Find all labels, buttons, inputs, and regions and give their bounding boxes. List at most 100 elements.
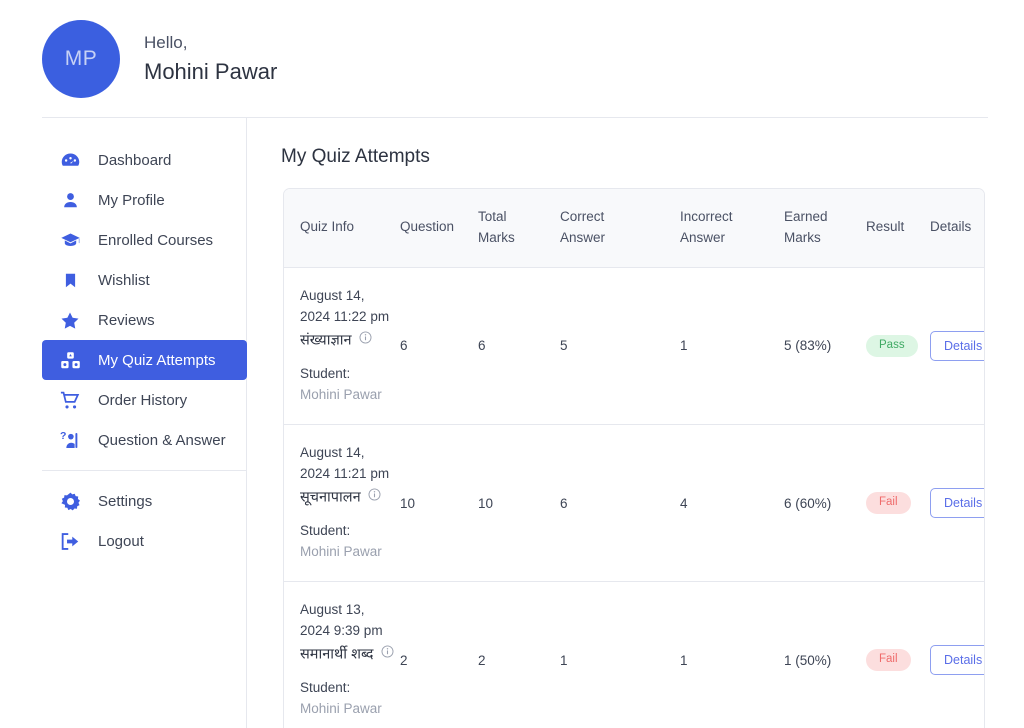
cell-incorrect-answer: 4 [680, 424, 784, 583]
quiz-date: August 14, 2024 11:22 pm [300, 287, 390, 324]
info-icon[interactable] [381, 644, 394, 666]
student-name: Mohini Pawar [300, 544, 382, 560]
table-row: August 14, 2024 11:22 pm संख्याज्ञान Stu… [284, 267, 984, 425]
page-title: My Quiz Attempts [281, 146, 430, 167]
quiz-date: August 14, 2024 11:21 pm [300, 444, 390, 481]
sidebar-item-label: Enrolled Courses [98, 231, 214, 249]
cell-details: Details [930, 582, 984, 728]
shopping-cart-icon [58, 389, 82, 411]
dashboard-icon [58, 149, 82, 171]
student-block: Student: Mohini Pawar [300, 521, 400, 563]
student-name: Mohini Pawar [300, 387, 382, 403]
sidebar-item-wishlist[interactable]: Wishlist [42, 260, 247, 300]
details-button[interactable]: Details [930, 488, 984, 519]
sidebar-item-label: Reviews [98, 311, 155, 329]
info-icon[interactable] [368, 487, 381, 509]
sidebar-item-enrolled-courses[interactable]: Enrolled Courses [42, 220, 247, 260]
cell-quiz-info: August 14, 2024 11:21 pm सूचनापालन Stude… [284, 424, 400, 583]
student-name: Mohini Pawar [300, 701, 382, 717]
quiz-name: संख्याज्ञान [300, 330, 400, 352]
cell-correct-answer: 6 [560, 424, 680, 583]
sidebar: Dashboard My Profile Enrolled Courses Wi… [0, 118, 247, 728]
gear-icon [58, 490, 82, 512]
avatar: MP [42, 19, 120, 98]
quiz-name: सूचनापालन [300, 487, 400, 509]
quiz-attempts-table-card: Quiz Info Question Total Marks Correct A… [283, 188, 985, 728]
table-row: August 13, 2024 9:39 pm समानार्थी शब्द S… [284, 582, 984, 728]
sidebar-item-settings[interactable]: Settings [42, 481, 247, 521]
column-header-quiz-info: Quiz Info [284, 189, 400, 268]
sidebar-item-logout[interactable]: Logout [42, 521, 247, 561]
cell-quiz-info: August 13, 2024 9:39 pm समानार्थी शब्द S… [284, 582, 400, 728]
quiz-blocks-icon [58, 349, 82, 371]
cell-details: Details [930, 424, 984, 583]
sidebar-item-label: Wishlist [98, 271, 150, 289]
cell-total-marks: 6 [478, 267, 560, 425]
user-icon [58, 189, 82, 211]
cell-incorrect-answer: 1 [680, 267, 784, 425]
column-header-question: Question [400, 189, 478, 268]
cell-question: 2 [400, 652, 408, 668]
cell-result: Fail [866, 424, 930, 583]
cell-question: 10 [400, 424, 478, 583]
sidebar-item-label: Logout [98, 532, 144, 550]
cell-quiz-info: August 14, 2024 11:22 pm संख्याज्ञान Stu… [284, 267, 400, 425]
page-header: MP Hello, Mohini Pawar [0, 0, 1024, 117]
column-header-incorrect-answer: Incorrect Answer [680, 189, 784, 268]
sidebar-item-label: My Profile [98, 191, 165, 209]
quiz-name: समानार्थी शब्द [300, 644, 400, 666]
cell-earned-marks: 5 (83%) [784, 267, 866, 425]
sidebar-item-label: Settings [98, 492, 153, 510]
sidebar-item-reviews[interactable]: Reviews [42, 300, 247, 340]
cell-total-marks: 10 [478, 424, 560, 583]
sidebar-item-order-history[interactable]: Order History [42, 380, 247, 420]
sidebar-item-label: Order History [98, 391, 188, 409]
cell-result: Fail [866, 582, 930, 728]
info-icon[interactable] [359, 330, 372, 352]
graduation-cap-icon [58, 229, 82, 251]
sidebar-item-my-profile[interactable]: My Profile [42, 180, 247, 220]
quiz-attempts-table: Quiz Info Question Total Marks Correct A… [284, 189, 984, 728]
sidebar-item-label: My Quiz Attempts [98, 351, 216, 369]
question-answer-icon: ? [58, 429, 82, 451]
cell-correct-answer: 5 [560, 267, 680, 425]
details-button[interactable]: Details [930, 330, 984, 361]
quiz-date: August 13, 2024 9:39 pm [300, 602, 383, 639]
cell-total-marks: 2 [478, 652, 486, 668]
sidebar-item-dashboard[interactable]: Dashboard [42, 140, 247, 180]
logout-icon [58, 530, 82, 552]
table-head: Quiz Info Question Total Marks Correct A… [284, 189, 984, 268]
cell-correct-answer: 1 [560, 652, 568, 668]
sidebar-item-label: Dashboard [98, 151, 172, 169]
svg-text:?: ? [60, 430, 66, 442]
student-block: Student: Mohini Pawar [300, 364, 400, 406]
star-icon [58, 309, 82, 331]
column-header-total-marks: Total Marks [478, 189, 560, 268]
cell-incorrect-answer: 1 [680, 652, 688, 668]
table-body: August 14, 2024 11:22 pm संख्याज्ञान Stu… [284, 267, 984, 728]
column-header-correct-answer: Correct Answer [560, 189, 680, 268]
avatar-initials: MP [64, 46, 98, 70]
sidebar-item-my-quiz-attempts[interactable]: My Quiz Attempts [42, 340, 247, 380]
user-name: Mohini Pawar [144, 58, 278, 84]
cell-question: 6 [400, 267, 478, 425]
table-header-row: Quiz Info Question Total Marks Correct A… [284, 189, 984, 268]
sidebar-divider [42, 470, 247, 471]
status-badge: Pass [866, 335, 918, 357]
cell-earned-marks: 1 (50%) [784, 652, 832, 668]
cell-details: Details [930, 267, 984, 425]
table-row: August 14, 2024 11:21 pm सूचनापालन Stude… [284, 424, 984, 583]
cell-earned-marks: 6 (60%) [784, 424, 866, 583]
greeting-hello: Hello, [144, 33, 188, 53]
status-badge: Fail [866, 649, 911, 672]
column-header-details: Details [930, 189, 984, 268]
cell-result: Pass [866, 267, 930, 425]
details-button[interactable]: Details [930, 645, 984, 676]
sidebar-item-question-answer[interactable]: ? Question & Answer [42, 420, 247, 460]
sidebar-item-label: Question & Answer [98, 431, 226, 449]
main-content: My Quiz Attempts Quiz Info Question Tota… [247, 118, 1024, 728]
status-badge: Fail [866, 492, 911, 514]
bookmark-icon [58, 269, 82, 291]
column-header-earned-marks: Earned Marks [784, 189, 866, 268]
greeting-block: Hello, Mohini Pawar [144, 33, 277, 84]
